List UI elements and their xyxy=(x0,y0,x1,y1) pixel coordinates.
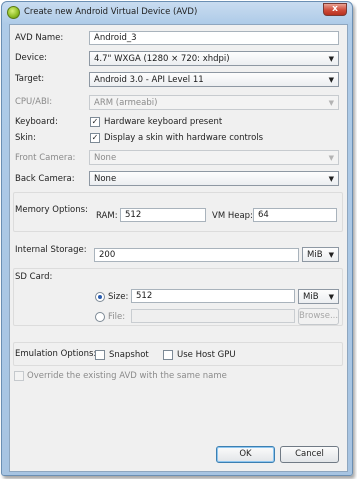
sd-card-label: SD Card: xyxy=(15,272,53,282)
override-avd-checkbox xyxy=(14,371,24,381)
use-host-gpu-label[interactable]: Use Host GPU xyxy=(177,350,236,360)
chevron-down-icon: ▼ xyxy=(328,175,334,183)
sd-file-radio[interactable] xyxy=(95,312,105,322)
sd-size-radio[interactable] xyxy=(95,292,105,302)
sd-file-label[interactable]: File: xyxy=(108,312,125,322)
back-camera-select[interactable]: None ▼ xyxy=(89,171,339,186)
dialog-content: AVD Name: Android_3 Device: 4.7" WXGA (1… xyxy=(9,24,348,472)
cpu-abi-label: CPU/ABI: xyxy=(15,97,53,107)
skin-option-label[interactable]: Display a skin with hardware controls xyxy=(104,133,263,143)
chevron-down-icon: ▼ xyxy=(328,154,334,162)
back-camera-label: Back Camera: xyxy=(15,174,75,184)
emulation-options-label: Emulation Options: xyxy=(15,349,97,359)
sd-size-input[interactable]: 512 xyxy=(131,289,295,303)
keyboard-option-label[interactable]: Hardware keyboard present xyxy=(104,117,222,127)
cpu-abi-select: ARM (armeabi) ▼ xyxy=(89,95,339,110)
cancel-button[interactable]: Cancel xyxy=(280,446,339,463)
snapshot-checkbox[interactable] xyxy=(95,350,105,360)
sd-size-unit-select[interactable]: MiB ▼ xyxy=(298,289,339,304)
sd-size-label[interactable]: Size: xyxy=(108,292,128,302)
chevron-down-icon: ▼ xyxy=(328,251,334,259)
title-bar[interactable]: Create new Android Virtual Device (AVD) … xyxy=(2,2,352,24)
device-select-value: 4.7" WXGA (1280 × 720: xhdpi) xyxy=(94,54,230,64)
sd-size-unit-value: MiB xyxy=(303,292,319,302)
chevron-down-icon: ▼ xyxy=(328,76,334,84)
skin-checkbox[interactable]: ✓ xyxy=(90,133,100,143)
ram-label: RAM: xyxy=(96,211,118,221)
android-app-icon xyxy=(7,6,20,19)
internal-storage-input[interactable]: 200 xyxy=(94,248,299,262)
skin-label: Skin: xyxy=(15,133,36,143)
cpu-abi-select-value: ARM (armeabi) xyxy=(94,98,158,108)
internal-storage-unit-select[interactable]: MiB ▼ xyxy=(302,247,339,262)
browse-button: Browse... xyxy=(298,308,339,325)
close-button[interactable]: x xyxy=(323,3,347,16)
override-avd-label: Override the existing AVD with the same … xyxy=(27,371,227,381)
avd-name-input[interactable]: Android_3 xyxy=(89,31,339,45)
front-camera-select-value: None xyxy=(94,153,117,163)
sd-file-input xyxy=(131,309,295,323)
avd-name-label: AVD Name: xyxy=(15,33,64,43)
target-label: Target: xyxy=(15,74,45,84)
target-select-value: Android 3.0 - API Level 11 xyxy=(94,75,204,85)
keyboard-label: Keyboard: xyxy=(15,117,58,127)
ok-button[interactable]: OK xyxy=(216,446,275,463)
device-select[interactable]: 4.7" WXGA (1280 × 720: xhdpi) ▼ xyxy=(89,51,339,66)
memory-options-label: Memory Options: xyxy=(15,205,88,215)
device-label: Device: xyxy=(15,53,47,63)
internal-storage-unit-value: MiB xyxy=(307,250,323,260)
vm-heap-input[interactable]: 64 xyxy=(253,208,337,222)
front-camera-select: None ▼ xyxy=(89,150,339,165)
vm-heap-label: VM Heap: xyxy=(212,211,253,221)
snapshot-label[interactable]: Snapshot xyxy=(109,350,149,360)
ram-input[interactable]: 512 xyxy=(120,208,206,222)
chevron-down-icon: ▼ xyxy=(328,99,334,107)
internal-storage-label: Internal Storage: xyxy=(15,245,87,255)
avd-dialog-window: Create new Android Virtual Device (AVD) … xyxy=(1,1,353,476)
front-camera-label: Front Camera: xyxy=(15,153,76,163)
chevron-down-icon: ▼ xyxy=(328,55,334,63)
window-title: Create new Android Virtual Device (AVD) xyxy=(24,7,198,17)
target-select[interactable]: Android 3.0 - API Level 11 ▼ xyxy=(89,72,339,87)
chevron-down-icon: ▼ xyxy=(328,293,334,301)
use-host-gpu-checkbox[interactable] xyxy=(163,350,173,360)
back-camera-select-value: None xyxy=(94,174,117,184)
radio-selected-dot xyxy=(98,295,102,299)
keyboard-checkbox[interactable]: ✓ xyxy=(90,117,100,127)
